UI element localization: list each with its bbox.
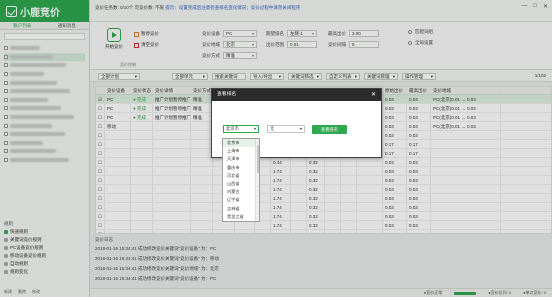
province-option[interactable]: 重庆市 bbox=[223, 164, 259, 172]
city-select[interactable]: 无 ▾ bbox=[267, 125, 305, 133]
province-option[interactable]: 内蒙古 bbox=[223, 188, 259, 196]
province-option[interactable]: 上海市 bbox=[223, 147, 259, 155]
chevron-down-icon: ▾ bbox=[299, 126, 302, 131]
province-option[interactable]: 吉林省 bbox=[223, 205, 259, 213]
province-option[interactable]: 北京市 bbox=[223, 139, 259, 148]
province-dropdown-list: 北京市 上海市 天津市 重庆市 河北省 山西省 内蒙古 辽宁省 吉林省 黑龙江省 bbox=[222, 138, 260, 222]
province-select[interactable]: 北京市 ▾ bbox=[223, 125, 259, 133]
chevron-down-icon: ▾ bbox=[253, 126, 256, 131]
dialog-title: 查看排名 bbox=[217, 92, 237, 97]
province-option[interactable]: 辽宁省 bbox=[223, 196, 259, 204]
dropdown-scrollbar[interactable] bbox=[255, 139, 259, 221]
province-option[interactable]: 河北省 bbox=[223, 172, 259, 180]
query-rank-button[interactable]: 查看排名 bbox=[312, 125, 347, 134]
province-option[interactable]: 天津市 bbox=[223, 155, 259, 163]
city-value: 无 bbox=[270, 126, 275, 131]
dialog-header: 查看排名 ✕ bbox=[212, 89, 381, 101]
province-option[interactable]: 黑龙江省 bbox=[223, 213, 259, 221]
province-option[interactable]: 山西省 bbox=[223, 180, 259, 188]
province-value: 北京市 bbox=[226, 126, 239, 131]
close-icon[interactable]: ✕ bbox=[371, 89, 376, 101]
